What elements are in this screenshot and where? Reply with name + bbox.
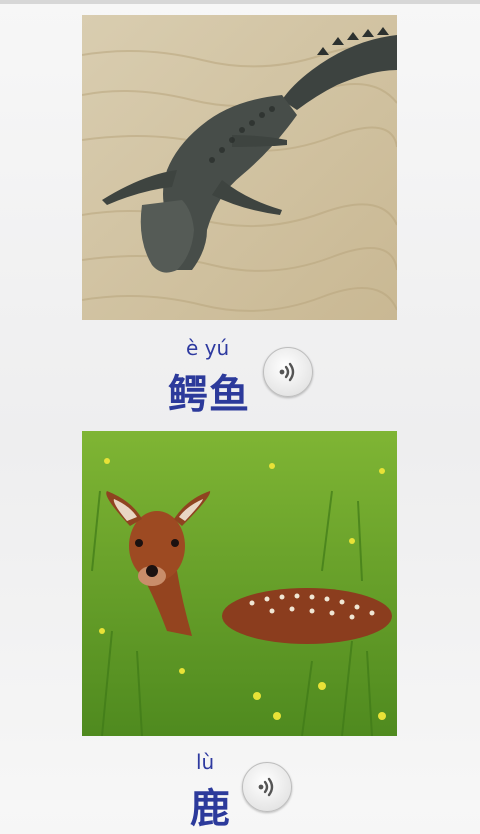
hanzi-label: 鳄鱼 — [168, 372, 250, 418]
speaker-icon — [279, 362, 295, 382]
pinyin-label: è yú — [186, 336, 230, 360]
crocodile-photo — [82, 15, 397, 320]
play-sound-button[interactable] — [263, 347, 313, 397]
deer-photo — [82, 431, 397, 736]
speaker-icon — [258, 777, 274, 797]
pinyin-label: lù — [196, 750, 215, 774]
status-strip — [0, 0, 480, 4]
play-sound-button[interactable] — [242, 762, 292, 812]
hanzi-label: 鹿 — [190, 786, 231, 832]
